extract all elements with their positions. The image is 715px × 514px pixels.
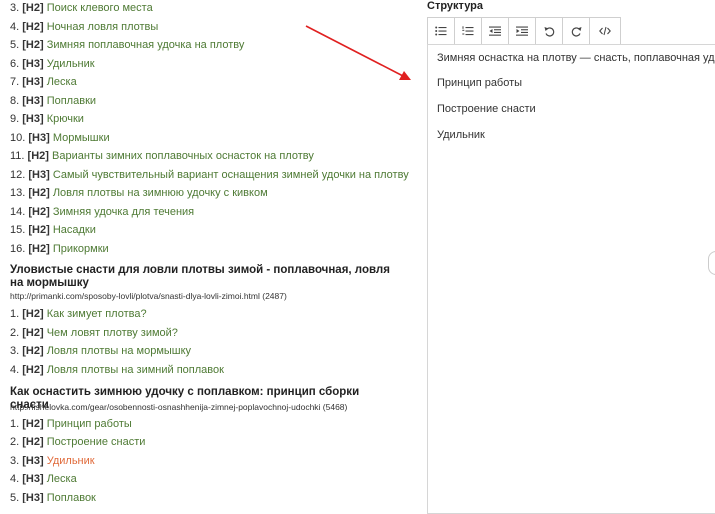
annotation-arrow (305, 25, 411, 80)
